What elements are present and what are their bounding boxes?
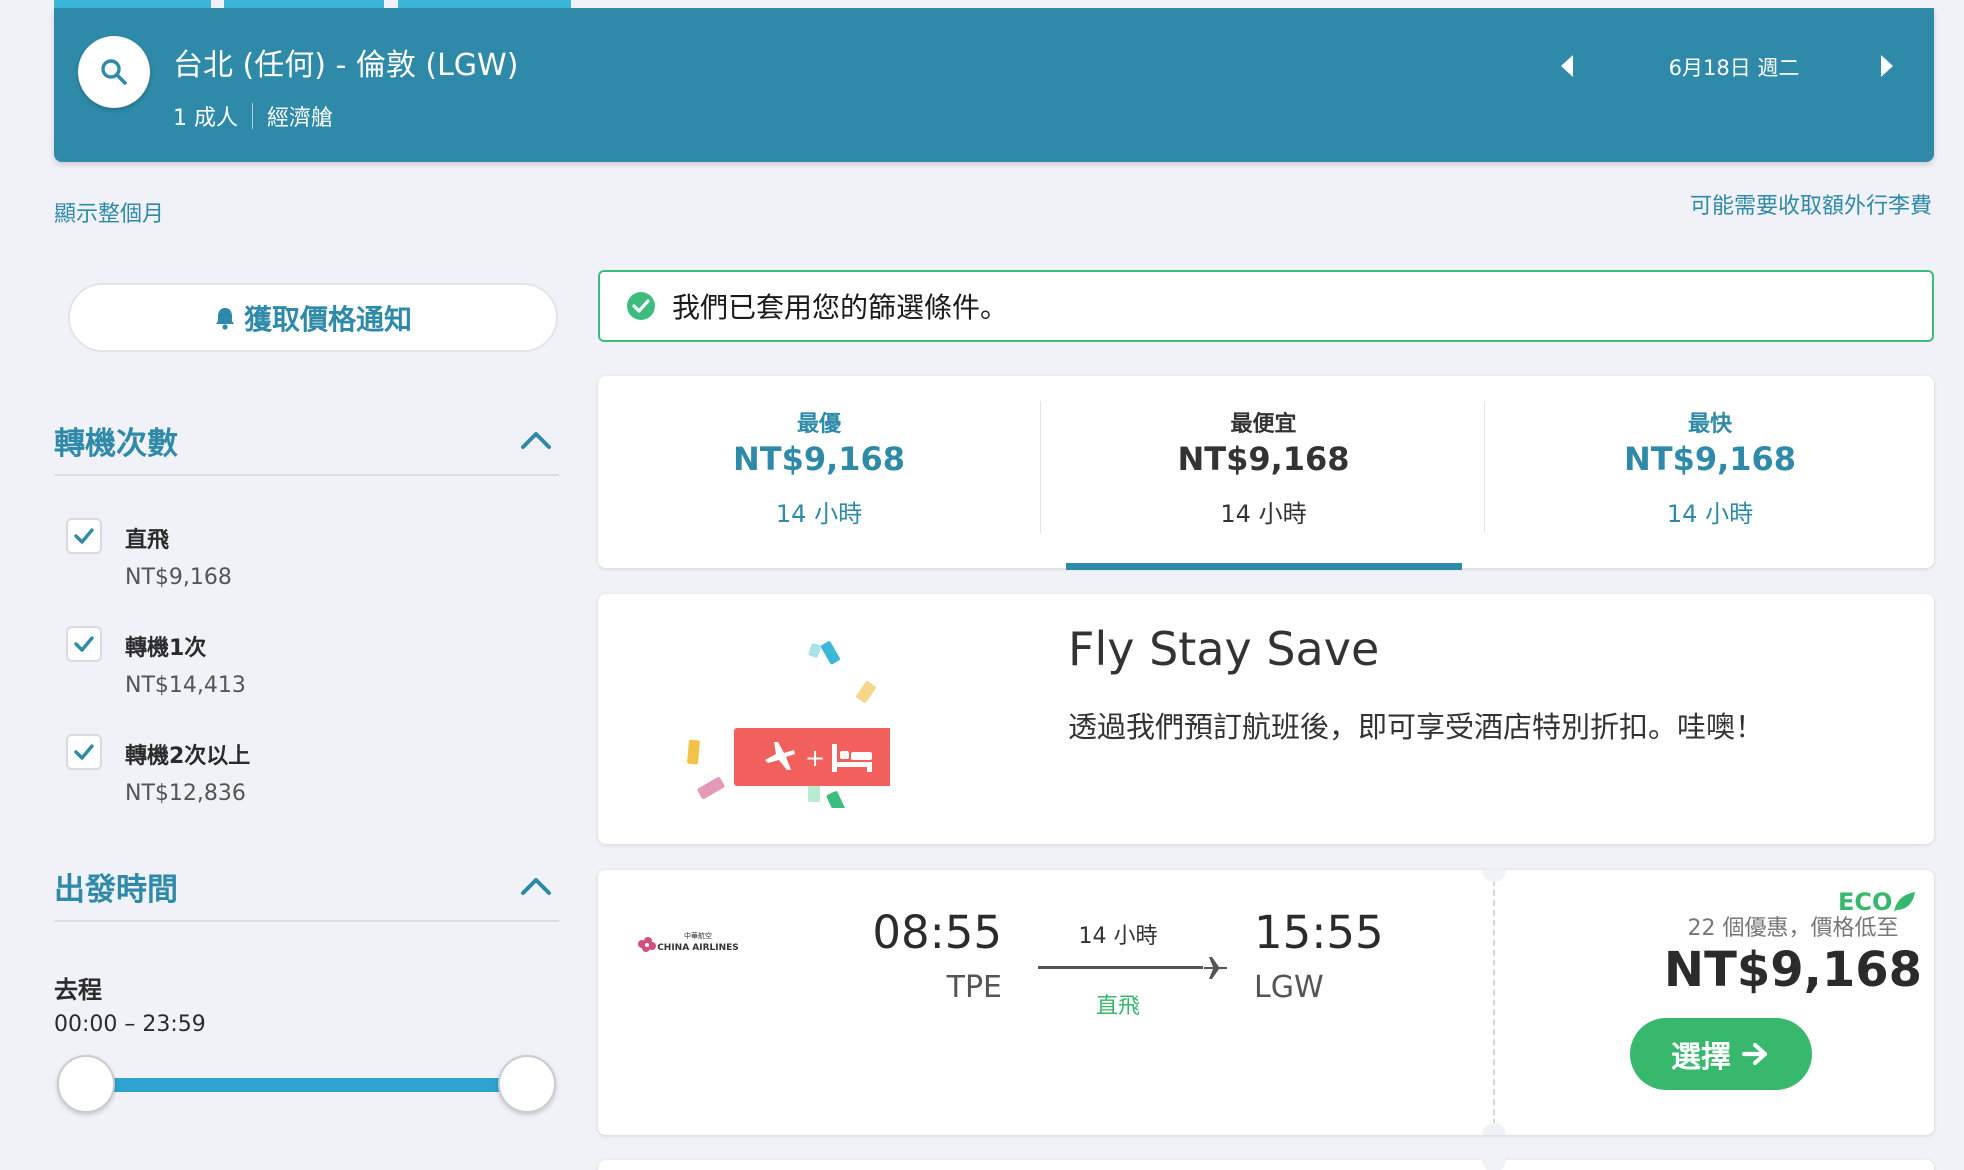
stops-option-price: NT$9,168 (125, 565, 232, 590)
check-circle-icon (627, 292, 655, 320)
sort-tab-price: NT$9,168 (1177, 440, 1350, 478)
slider-max-handle[interactable] (498, 1055, 556, 1113)
stops-two-plus-checkbox[interactable] (66, 734, 102, 770)
ticket-notch (1482, 1123, 1506, 1135)
arrow-right-icon (1741, 1042, 1768, 1066)
flight-plus-hotel-illustration: + (687, 641, 890, 808)
section-divider (54, 920, 559, 922)
arrival-time: 15:55 (1254, 906, 1384, 959)
active-tab-indicator (1066, 563, 1462, 570)
caret-left-icon (1561, 55, 1573, 77)
stops-option-price: NT$14,413 (125, 673, 246, 698)
price-alert-button[interactable]: 獲取價格通知 (68, 283, 558, 352)
stops-option-label[interactable]: 轉機2次以上 (125, 738, 250, 770)
stops-option-price: NT$12,836 (125, 781, 246, 806)
slider-min-handle[interactable] (57, 1055, 115, 1113)
bell-icon (215, 307, 234, 330)
stops-option-label[interactable]: 轉機1次 (125, 630, 206, 662)
route-title[interactable]: 台北 (任何) - 倫敦 (LGW) (173, 40, 518, 84)
promo-description: 透過我們預訂航班後，即可享受酒店特別折扣。哇噢！ (1068, 710, 1765, 744)
ticket-divider (1493, 870, 1495, 1135)
promo-title: Fly Stay Save (1068, 622, 1380, 676)
departure-time-slider-track[interactable] (84, 1078, 530, 1092)
china-airlines-logo: 中華航空 CHINA AIRLINES (638, 931, 739, 953)
flight-price: NT$9,168 (1663, 942, 1923, 998)
ticket-notch (1482, 1148, 1506, 1170)
caret-right-icon (1881, 55, 1893, 77)
previous-date-button[interactable] (1552, 46, 1582, 86)
show-whole-month-link[interactable]: 顯示整個月 (54, 196, 164, 228)
next-date-button[interactable] (1872, 46, 1902, 86)
sort-tab-fastest[interactable]: 最快 NT$9,168 14 小時 (1486, 376, 1934, 568)
divider (1040, 401, 1041, 533)
passenger-count: 1 成人 (173, 106, 238, 131)
divider (252, 103, 253, 129)
sort-tab-label: 最優 (796, 412, 841, 437)
select-button[interactable]: 選擇 (1630, 1018, 1812, 1090)
trip-details[interactable]: 1 成人 經濟艙 (173, 100, 333, 132)
stops-option-label[interactable]: 直飛 (125, 522, 169, 554)
airplane-icon (1204, 957, 1227, 979)
departure-airport: TPE (946, 970, 1002, 1005)
sort-tab-duration: 14 小時 (1220, 500, 1307, 528)
plus-sign: + (805, 744, 825, 772)
selected-date[interactable]: 6月18日 週二 (1634, 52, 1834, 82)
sort-tab-duration: 14 小時 (775, 500, 863, 528)
deals-count: 22 個優惠，價格低至 (1687, 916, 1899, 941)
chevron-up-icon[interactable] (519, 874, 553, 898)
notice-text: 我們已套用您的篩選條件。 (672, 291, 1009, 324)
sort-tab-price: NT$9,168 (732, 440, 906, 478)
search-icon (101, 59, 127, 85)
outbound-label: 去程 (54, 976, 102, 1004)
ticket-notch (1482, 870, 1506, 882)
search-button[interactable] (78, 36, 150, 108)
sort-tab-label: 最快 (1687, 412, 1732, 437)
sort-tabs: 最優 NT$9,168 14 小時 最便宜 NT$9,168 14 小時 最快 … (598, 376, 1934, 570)
fly-stay-save-banner[interactable]: + Fly Stay Save 透過我們預訂航班後，即可享受酒店特別折扣。哇噢！ (598, 594, 1934, 844)
search-summary-header: 台北 (任何) - 倫敦 (LGW) 1 成人 經濟艙 6月18日 週二 (54, 8, 1934, 162)
baggage-fee-link[interactable]: 可能需要收取額外行李費 (1690, 188, 1932, 220)
departure-time-range: 00:00 – 23:59 (54, 1012, 206, 1037)
chevron-up-icon[interactable] (519, 428, 553, 452)
sort-tab-price: NT$9,168 (1623, 440, 1797, 478)
sort-tab-label: 最便宜 (1230, 412, 1297, 437)
stops-one-checkbox[interactable] (66, 626, 102, 662)
section-divider (54, 474, 559, 476)
sort-tab-best[interactable]: 最優 NT$9,168 14 小時 (598, 376, 1040, 568)
next-flight-result-card[interactable] (598, 1148, 1934, 1170)
filter-applied-notice: 我們已套用您的篩選條件。 (598, 270, 1934, 342)
stops-direct-checkbox[interactable] (66, 518, 102, 554)
airline-name-cn: 中華航空 (684, 931, 712, 940)
departure-time-filter-title[interactable]: 出發時間 (54, 864, 178, 909)
route-line (1038, 966, 1203, 969)
flight-duration: 14 小時 (1078, 924, 1158, 949)
checkmark-icon (74, 744, 94, 760)
checkmark-icon (74, 528, 94, 544)
sort-tab-cheapest[interactable]: 最便宜 NT$9,168 14 小時 (1042, 376, 1485, 568)
sort-tab-duration: 14 小時 (1666, 500, 1754, 528)
stops-filter-title[interactable]: 轉機次數 (54, 418, 178, 463)
cabin-class: 經濟艙 (267, 106, 334, 131)
departure-time: 08:55 (872, 906, 1002, 959)
checkmark-icon (74, 636, 94, 652)
price-alert-label: 獲取價格通知 (243, 302, 412, 336)
arrival-airport: LGW (1254, 970, 1324, 1005)
divider (1484, 401, 1485, 533)
airline-name-en: CHINA AIRLINES (657, 943, 739, 953)
select-label: 選擇 (1671, 1040, 1731, 1075)
flight-result-card[interactable]: 中華航空 CHINA AIRLINES 08:55 TPE 14 小時 直飛 1… (598, 870, 1934, 1135)
stops-label: 直飛 (1095, 994, 1140, 1019)
